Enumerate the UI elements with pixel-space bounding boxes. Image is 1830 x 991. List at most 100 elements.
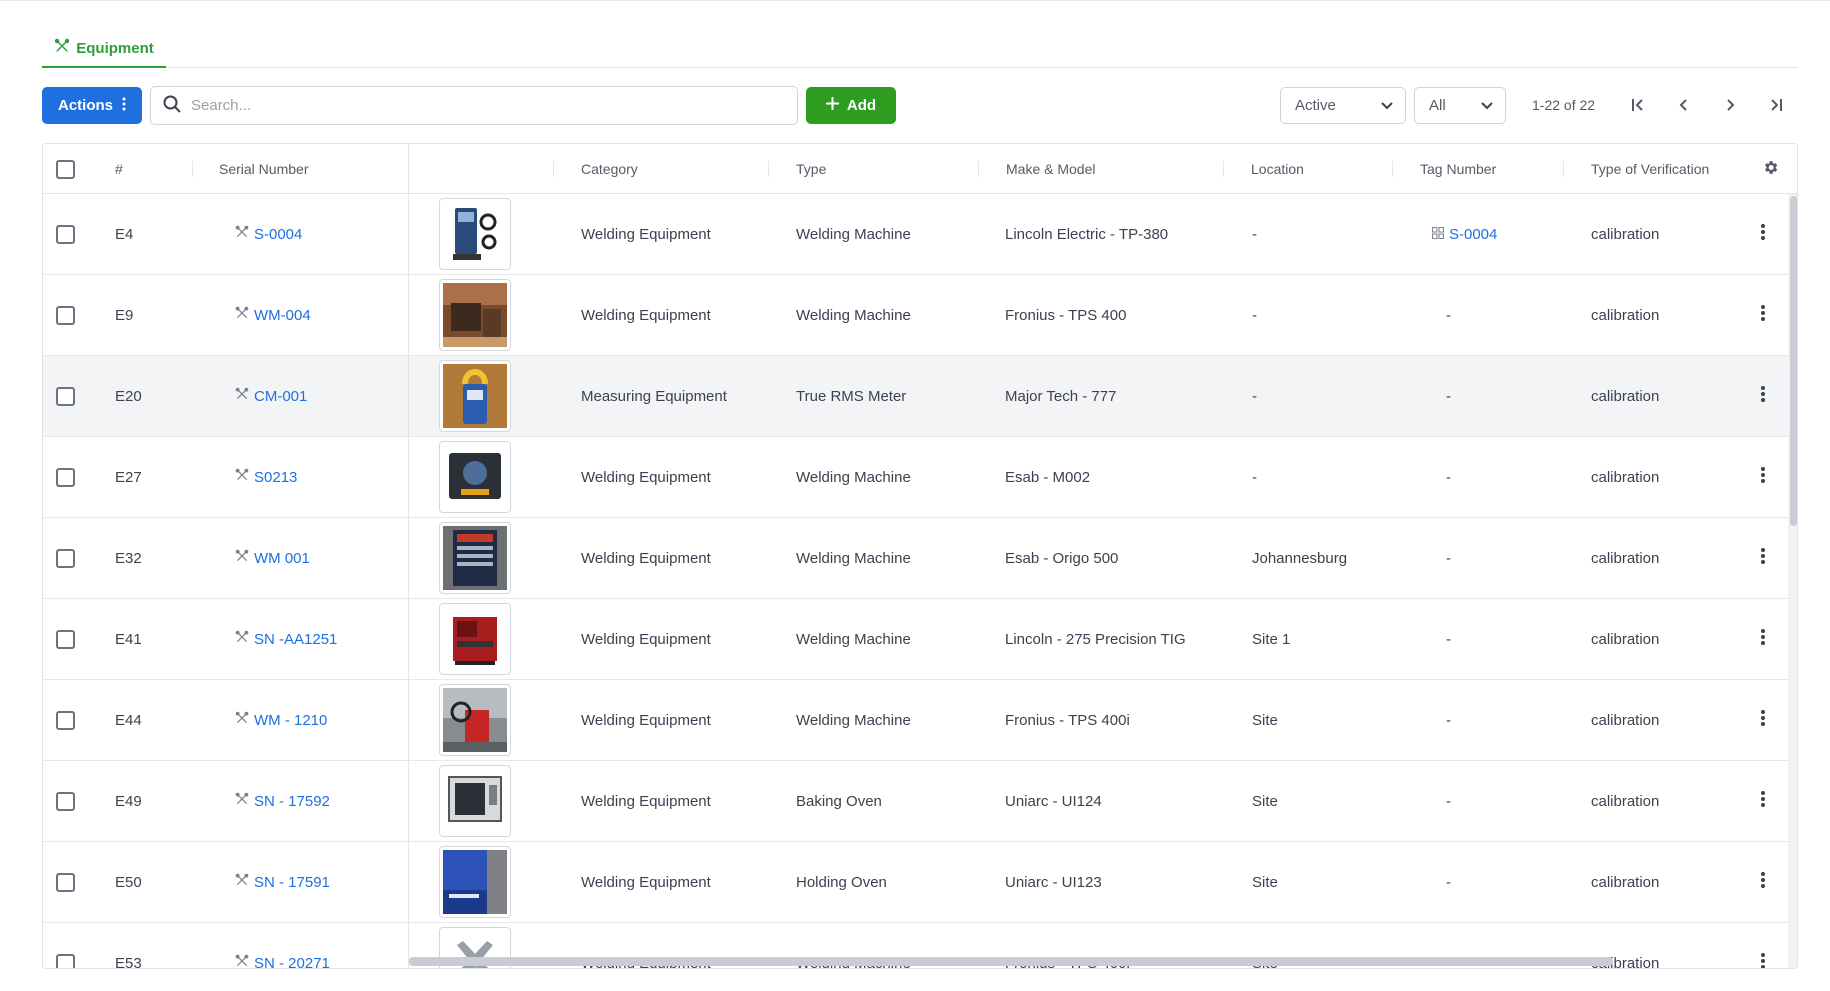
equipment-thumbnail[interactable]	[439, 765, 511, 837]
next-page-button[interactable]	[1716, 92, 1744, 120]
table-row[interactable]: E41 SN -AA1251 Welding Equipment Welding Ma…	[43, 599, 1788, 680]
table-row[interactable]: E32 WM 001 Welding Equipment Welding Machin…	[43, 518, 1788, 599]
row-menu-button[interactable]	[1756, 548, 1770, 568]
row-checkbox[interactable]	[56, 467, 75, 487]
equipment-thumbnail[interactable]	[439, 522, 511, 594]
actions-button[interactable]: Actions	[42, 87, 142, 124]
verification-cell: calibration	[1591, 549, 1660, 567]
serial-number-link[interactable]: SN -AA1251	[235, 630, 337, 648]
serial-number-text: CM-001	[254, 387, 308, 405]
tag-number-link[interactable]: S-0004	[1432, 226, 1497, 243]
serial-number-link[interactable]: SN - 20271	[235, 954, 330, 969]
equipment-thumbnail[interactable]	[439, 360, 511, 432]
qr-code-icon	[1432, 226, 1444, 243]
first-page-button[interactable]	[1624, 92, 1652, 120]
select-all-checkbox[interactable]	[56, 159, 75, 179]
location-cell: Site 1	[1252, 630, 1291, 648]
category-cell: Welding Equipment	[581, 711, 711, 729]
equipment-thumbnail[interactable]	[439, 603, 511, 675]
select-all-checkbox-cell	[56, 144, 75, 194]
column-settings-button[interactable]	[1762, 144, 1779, 194]
row-menu-button[interactable]	[1756, 467, 1770, 487]
row-checkbox[interactable]	[56, 953, 75, 968]
row-menu-button[interactable]	[1756, 710, 1770, 730]
table-row[interactable]: E49 SN - 17592 Welding Equipment Baking Ove…	[43, 761, 1788, 842]
table-row[interactable]: E27 S0213 Welding Equipment Welding Machine…	[43, 437, 1788, 518]
row-number: E4	[115, 225, 134, 243]
column-header-make-model[interactable]: Make & Model	[1006, 144, 1095, 194]
last-page-button[interactable]	[1762, 92, 1790, 120]
holding-oven-image	[443, 850, 507, 914]
table-row[interactable]: E9 WM-004 Welding Equipment Welding Machine…	[43, 275, 1788, 356]
row-menu-button[interactable]	[1756, 953, 1770, 968]
equipment-thumbnail[interactable]	[439, 441, 511, 513]
clamp-meter-image	[443, 364, 507, 428]
tools-icon	[235, 387, 249, 405]
category-cell: Measuring Equipment	[581, 387, 727, 405]
table-row[interactable]: E4 S-0004 Welding Equipment Welding Machine…	[43, 194, 1788, 275]
column-header-tag-number[interactable]: Tag Number	[1420, 144, 1496, 194]
column-header-number[interactable]: #	[115, 144, 123, 194]
vertical-scrollbar-thumb[interactable]	[1790, 196, 1797, 526]
location-cell: Site	[1252, 873, 1278, 891]
serial-number-link[interactable]: SN - 17591	[235, 873, 330, 891]
search-icon	[163, 95, 181, 116]
add-button[interactable]: Add	[806, 87, 896, 124]
category-cell: Welding Equipment	[581, 549, 711, 567]
column-header-location[interactable]: Location	[1251, 144, 1304, 194]
column-header-type-of-verification[interactable]: Type of Verification	[1591, 144, 1709, 194]
row-menu-button[interactable]	[1756, 386, 1770, 406]
row-checkbox[interactable]	[56, 629, 75, 649]
previous-page-button[interactable]	[1670, 92, 1698, 120]
status-filter-select[interactable]: Active	[1280, 87, 1406, 124]
search-input[interactable]	[191, 97, 781, 114]
first-page-icon	[1631, 98, 1645, 115]
column-header-type[interactable]: Type	[796, 144, 826, 194]
horizontal-scrollbar-thumb[interactable]	[409, 957, 1613, 966]
serial-number-text: S0213	[254, 468, 298, 486]
row-checkbox[interactable]	[56, 548, 75, 568]
serial-number-link[interactable]: S-0004	[235, 225, 302, 243]
welding-machine-dark-image	[443, 445, 507, 509]
row-menu-button[interactable]	[1756, 305, 1770, 325]
row-checkbox[interactable]	[56, 872, 75, 892]
scope-filter-select[interactable]: All	[1414, 87, 1506, 124]
serial-number-text: WM-004	[254, 306, 311, 324]
serial-number-link[interactable]: CM-001	[235, 387, 307, 405]
add-label: Add	[846, 97, 877, 114]
row-checkbox[interactable]	[56, 224, 75, 244]
column-header-serial-number[interactable]: Serial Number	[219, 144, 308, 194]
row-menu-button[interactable]	[1756, 629, 1770, 649]
make-model-cell: Esab - Origo 500	[1005, 549, 1119, 567]
row-checkbox[interactable]	[56, 305, 75, 325]
table-row[interactable]: E44 WM - 1210 Welding Equipment Welding Mac…	[43, 680, 1788, 761]
row-checkbox[interactable]	[56, 386, 75, 406]
equipment-thumbnail[interactable]	[439, 198, 511, 270]
row-menu-button[interactable]	[1756, 224, 1770, 244]
tools-icon	[235, 468, 249, 486]
tab-equipment[interactable]: Equipment	[42, 30, 166, 68]
equipment-thumbnail[interactable]	[439, 279, 511, 351]
tools-icon	[235, 873, 249, 891]
tag-number-cell: -	[1446, 711, 1451, 729]
row-menu-button[interactable]	[1756, 872, 1770, 892]
equipment-thumbnail[interactable]	[439, 684, 511, 756]
serial-number-link[interactable]: WM - 1210	[235, 711, 327, 729]
serial-number-text: SN - 20271	[254, 954, 330, 969]
image-column-divider	[408, 144, 409, 968]
column-header-category[interactable]: Category	[581, 144, 638, 194]
category-cell: Welding Equipment	[581, 873, 711, 891]
serial-number-link[interactable]: WM 001	[235, 549, 310, 567]
row-checkbox[interactable]	[56, 710, 75, 730]
table-row[interactable]: E50 SN - 17591 Welding Equipment Holding Ov…	[43, 842, 1788, 923]
serial-number-link[interactable]: SN - 17592	[235, 792, 330, 810]
table-row[interactable]: E20 CM-001 Measuring Equipment True RMS Met…	[43, 356, 1788, 437]
row-number: E53	[115, 954, 142, 969]
equipment-thumbnail[interactable]	[439, 846, 511, 918]
serial-number-link[interactable]: WM-004	[235, 306, 311, 324]
row-menu-button[interactable]	[1756, 791, 1770, 811]
row-checkbox[interactable]	[56, 791, 75, 811]
status-filter-value: Active	[1295, 97, 1336, 114]
welding-machine-blue-image	[443, 202, 507, 266]
serial-number-link[interactable]: S0213	[235, 468, 297, 486]
